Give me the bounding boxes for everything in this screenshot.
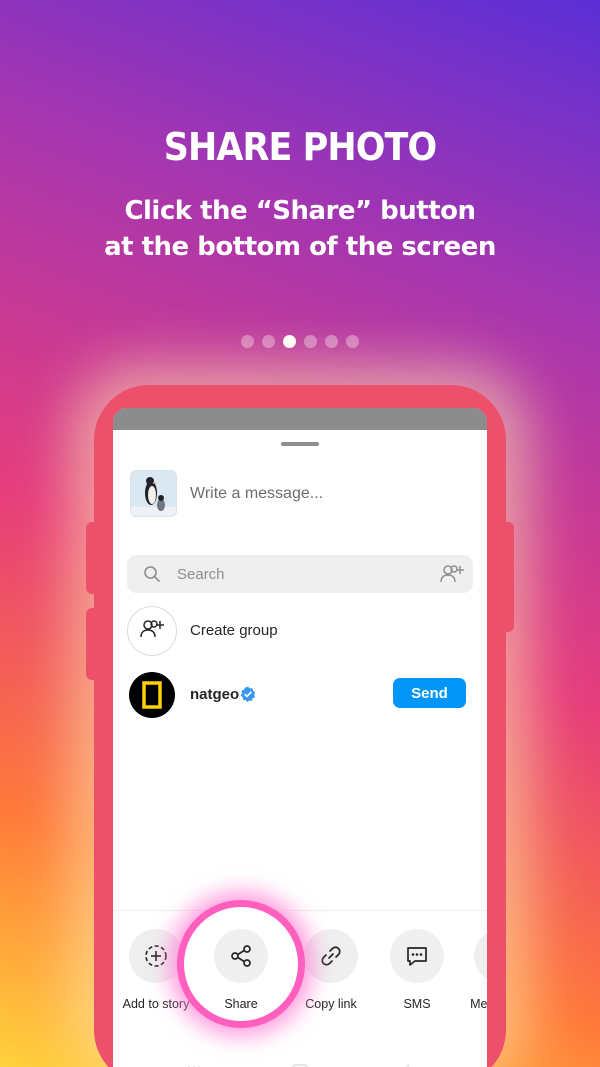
page-title: SHARE PHOTO: [163, 125, 437, 169]
create-group-label: Create group: [190, 622, 278, 639]
create-group-row[interactable]: Create group: [113, 606, 487, 658]
pager-dot[interactable]: [241, 335, 254, 348]
contact-name: natgeo: [190, 686, 240, 703]
photo-thumbnail: [130, 470, 177, 517]
add-people-icon[interactable]: [439, 562, 465, 591]
share-option-sms[interactable]: SMS: [372, 929, 462, 1011]
add-to-story-icon: [129, 929, 183, 983]
group-add-icon: [139, 617, 165, 646]
link-icon: [304, 929, 358, 983]
pager-dot[interactable]: [304, 335, 317, 348]
share-icon: [214, 929, 268, 983]
contact-row[interactable]: natgeo Send: [113, 670, 487, 722]
message-input[interactable]: [190, 482, 460, 506]
search-icon: [143, 565, 161, 588]
share-option-label: Messenger: [470, 997, 487, 1011]
instruction-line-2: at the bottom of the screen: [104, 232, 496, 262]
share-option-share-highlighted[interactable]: Share: [177, 900, 305, 1028]
sms-icon: [390, 929, 444, 983]
avatar: [129, 672, 175, 718]
dimmed-background: [113, 408, 487, 430]
verified-badge-icon: [240, 686, 256, 707]
pager-dot[interactable]: [346, 335, 359, 348]
search-bar[interactable]: [127, 555, 473, 593]
pager-dot[interactable]: [262, 335, 275, 348]
create-group-button[interactable]: [127, 606, 177, 656]
back-icon[interactable]: [399, 1063, 413, 1067]
share-option-messenger[interactable]: Messenger: [456, 929, 487, 1011]
system-nav-bar: [113, 1055, 487, 1067]
sheet-drag-handle[interactable]: [281, 442, 319, 446]
home-icon[interactable]: [290, 1063, 310, 1067]
send-button[interactable]: Send: [393, 678, 466, 708]
pager-dot[interactable]: [325, 335, 338, 348]
search-input[interactable]: [177, 564, 417, 584]
pager-dots: [241, 335, 359, 349]
instruction-line-1: Click the “Share” button: [124, 196, 476, 226]
pager-dot-active[interactable]: [283, 335, 296, 348]
share-option-label: Copy link: [305, 997, 357, 1011]
share-option-label: SMS: [403, 997, 431, 1011]
messenger-icon: [474, 929, 487, 983]
share-option-label: Share: [224, 997, 258, 1011]
recent-apps-icon[interactable]: [185, 1063, 203, 1067]
